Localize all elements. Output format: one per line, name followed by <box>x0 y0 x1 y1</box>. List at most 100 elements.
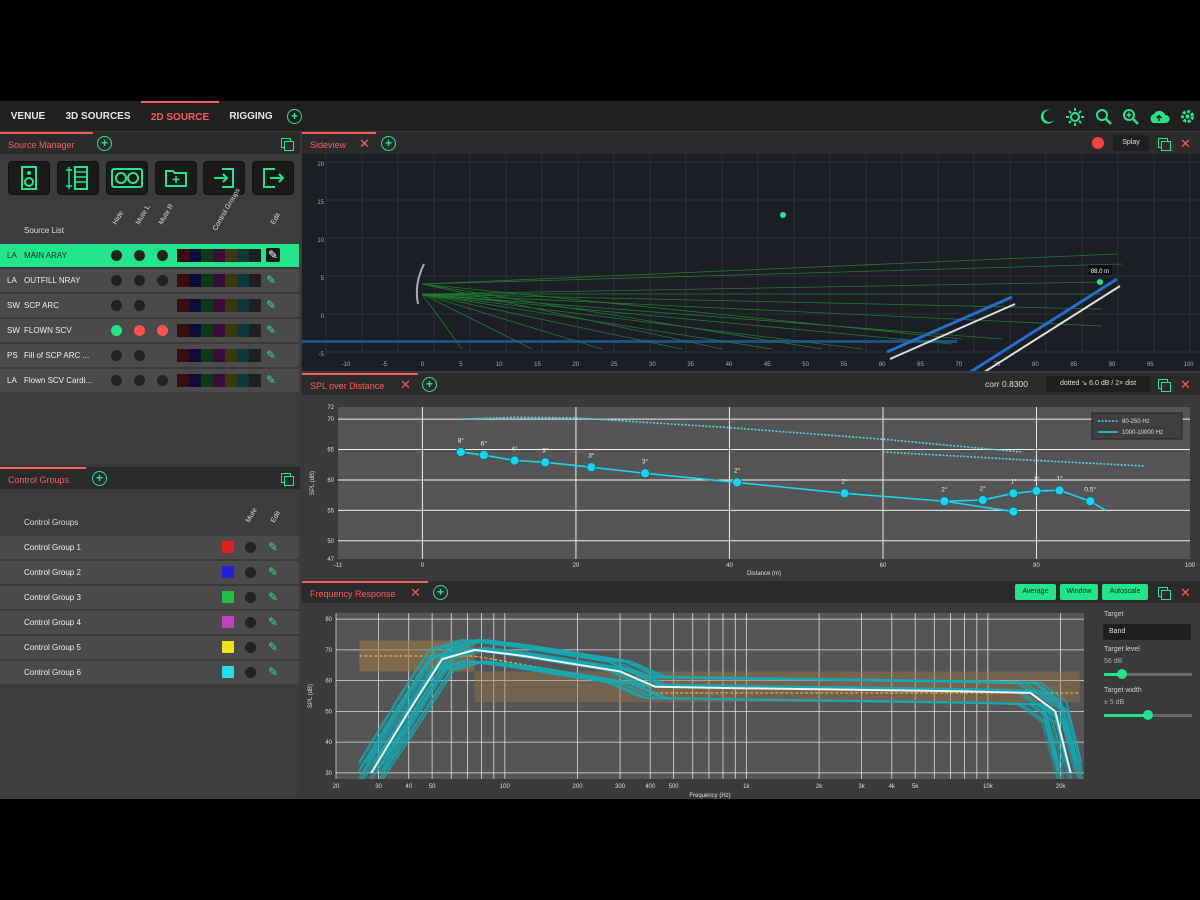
control-group-swatches[interactable] <box>177 374 261 387</box>
target-level-knob[interactable] <box>1116 669 1127 679</box>
mute-l-toggle[interactable] <box>134 275 145 286</box>
autoscale-button[interactable]: Autoscale <box>1102 584 1148 600</box>
array-tool-button[interactable] <box>57 161 99 195</box>
splay-button[interactable]: Splay <box>1113 135 1149 151</box>
edit-pencil-icon[interactable]: ✎ <box>266 298 280 312</box>
mute-toggle[interactable] <box>245 567 256 578</box>
control-group-color[interactable] <box>222 641 234 653</box>
edit-pencil-icon[interactable]: ✎ <box>268 665 282 679</box>
add-control-group-icon[interactable]: + <box>92 471 107 486</box>
tab-venue[interactable]: VENUE <box>6 101 50 131</box>
edit-pencil-icon[interactable]: ✎ <box>266 248 280 262</box>
add-tab-icon[interactable]: + <box>287 109 302 124</box>
hide-toggle[interactable] <box>111 375 122 386</box>
source-row[interactable]: LA Flown SCV Cardi... ✎ <box>0 369 299 394</box>
copy-icon[interactable] <box>1158 379 1171 392</box>
close-icon[interactable]: ✕ <box>1180 137 1191 150</box>
control-group-row[interactable]: Control Group 5 ✎ <box>0 636 299 661</box>
tab-3d-sources[interactable]: 3D SOURCES <box>60 101 136 131</box>
gear-icon[interactable] <box>1179 108 1196 125</box>
mute-l-toggle[interactable] <box>134 325 145 336</box>
copy-icon[interactable] <box>1158 587 1171 600</box>
mute-r-toggle[interactable] <box>157 325 168 336</box>
control-group-row[interactable]: Control Group 4 ✎ <box>0 611 299 636</box>
window-button[interactable]: Window <box>1060 584 1098 600</box>
mute-l-toggle[interactable] <box>134 375 145 386</box>
mute-r-toggle[interactable] <box>157 250 168 261</box>
hide-toggle[interactable] <box>111 300 122 311</box>
mute-toggle[interactable] <box>245 617 256 628</box>
export-button[interactable] <box>252 161 294 195</box>
control-group-swatches[interactable] <box>177 299 261 312</box>
control-group-color[interactable] <box>222 566 234 578</box>
mute-toggle[interactable] <box>245 592 256 603</box>
add-view-icon[interactable]: + <box>422 377 437 392</box>
target-select[interactable]: Band <box>1103 624 1191 640</box>
record-icon[interactable] <box>1092 137 1104 149</box>
close-spl-icon[interactable]: ✕ <box>400 378 411 391</box>
hide-toggle[interactable] <box>111 325 122 336</box>
copy-icon[interactable] <box>1158 138 1171 151</box>
source-row[interactable]: SW SCP ARC ✎ <box>0 294 299 319</box>
mute-r-toggle[interactable] <box>157 375 168 386</box>
add-view-icon[interactable]: + <box>433 585 448 600</box>
edit-pencil-icon[interactable]: ✎ <box>266 273 280 287</box>
control-group-color[interactable] <box>222 666 234 678</box>
zoom-in-icon[interactable] <box>1123 109 1139 125</box>
fit-dropdown[interactable]: dotted ↘ 6.0 dB / 2× dist <box>1046 376 1150 392</box>
spl-chart[interactable]: -11 0 20 40 60 80 10072706560555047Distance (m… <box>302 395 1200 579</box>
cloud-upload-icon[interactable] <box>1148 109 1170 125</box>
source-row[interactable]: SW FLOWN SCV ✎ <box>0 319 299 344</box>
control-group-swatches[interactable] <box>177 349 261 362</box>
zoom-out-icon[interactable] <box>1096 109 1112 125</box>
source-row[interactable]: LA OUTFILL NRAY ✎ <box>0 269 299 294</box>
source-row[interactable]: PS Fill of SCP ARC ... ✎ <box>0 344 299 369</box>
control-group-row[interactable]: Control Group 3 ✎ <box>0 586 299 611</box>
target-width-knob[interactable] <box>1143 710 1153 720</box>
source-row[interactable]: LA MAIN ARAY ✎ <box>0 244 299 269</box>
control-group-row[interactable]: Control Group 2 ✎ <box>0 561 299 586</box>
sideview-plot[interactable]: -10-505101520253035404550556065707580859… <box>302 154 1200 371</box>
close-icon[interactable]: ✕ <box>1180 586 1191 599</box>
mute-toggle[interactable] <box>134 350 145 361</box>
add-source-icon[interactable]: + <box>97 136 112 151</box>
control-group-color[interactable] <box>222 591 234 603</box>
control-group-color[interactable] <box>222 541 234 553</box>
control-group-swatches[interactable] <box>177 249 261 262</box>
sub-tool-button[interactable] <box>106 161 148 195</box>
mute-toggle[interactable] <box>245 667 256 678</box>
close-icon[interactable]: ✕ <box>1180 378 1191 391</box>
close-sideview-icon[interactable]: ✕ <box>359 137 370 150</box>
control-group-color[interactable] <box>222 616 234 628</box>
average-button[interactable]: Average <box>1015 584 1056 600</box>
copy-icon[interactable] <box>281 473 294 486</box>
copy-icon[interactable] <box>281 138 294 151</box>
frequency-response-chart[interactable]: 20 30 40 50 100 200 300 400 500 1k 2k 3k 4k 5k 10k 20k 8… <box>302 603 1096 799</box>
target-level-slider[interactable] <box>1104 669 1192 679</box>
edit-pencil-icon[interactable]: ✎ <box>268 590 282 604</box>
add-view-icon[interactable]: + <box>381 136 396 151</box>
edit-pencil-icon[interactable]: ✎ <box>266 348 280 362</box>
edit-pencil-icon[interactable]: ✎ <box>266 373 280 387</box>
control-group-swatches[interactable] <box>177 274 261 287</box>
tab-2d-source[interactable]: 2D SOURCE <box>141 101 219 133</box>
edit-pencil-icon[interactable]: ✎ <box>268 615 282 629</box>
edit-pencil-icon[interactable]: ✎ <box>268 565 282 579</box>
edit-pencil-icon[interactable]: ✎ <box>268 540 282 554</box>
hide-toggle[interactable] <box>111 275 122 286</box>
control-group-row[interactable]: Control Group 1 ✎ <box>0 536 299 561</box>
edit-pencil-icon[interactable]: ✎ <box>268 640 282 654</box>
tab-rigging[interactable]: RIGGING <box>224 101 278 131</box>
hide-toggle[interactable] <box>111 250 122 261</box>
mute-l-toggle[interactable] <box>134 250 145 261</box>
control-group-row[interactable]: Control Group 6 ✎ <box>0 661 299 686</box>
add-folder-button[interactable] <box>155 161 197 195</box>
hide-toggle[interactable] <box>111 350 122 361</box>
control-group-swatches[interactable] <box>177 324 261 337</box>
edit-pencil-icon[interactable]: ✎ <box>266 323 280 337</box>
mute-toggle[interactable] <box>245 642 256 653</box>
mute-toggle[interactable] <box>134 300 145 311</box>
target-width-slider[interactable] <box>1104 710 1192 720</box>
mute-r-toggle[interactable] <box>157 275 168 286</box>
moon-icon[interactable] <box>1040 108 1056 124</box>
